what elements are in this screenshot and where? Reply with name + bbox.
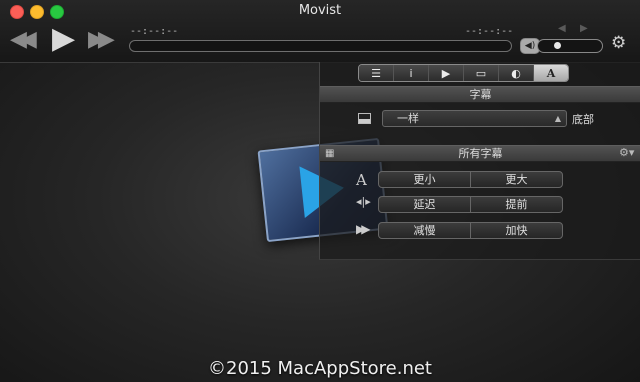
list-icon: ☰ — [371, 66, 381, 80]
position-label: 底部 — [572, 113, 594, 126]
subtitle-section-header: 字幕 — [320, 86, 640, 103]
sync-arrows-icon: ◂|▸ — [356, 195, 371, 208]
next-arrow-icon[interactable]: ▶ — [580, 23, 588, 34]
tab-info[interactable]: i — [394, 65, 429, 81]
advance-button[interactable]: 提前 — [470, 196, 563, 213]
chevron-updown-icon: ▲ — [554, 114, 561, 123]
seek-bar[interactable] — [129, 40, 512, 52]
play-icon: ▶ — [441, 66, 451, 80]
smaller-button[interactable]: 更小 — [378, 171, 471, 188]
info-icon: i — [409, 66, 413, 80]
subtitle-position-icon — [358, 113, 371, 124]
larger-button[interactable]: 更大 — [470, 171, 563, 188]
elapsed-time: --:--:-- — [130, 26, 179, 37]
fast-forward-icon[interactable]: ▶▶ — [88, 27, 115, 52]
all-subtitles-header: 所有字幕 — [320, 145, 640, 162]
audio-icon: ◐ — [511, 66, 521, 80]
slower-button[interactable]: 减慢 — [378, 222, 471, 239]
grid-icon[interactable]: ▦ — [325, 148, 334, 159]
tab-video[interactable]: ▭ — [464, 65, 499, 81]
subtitle-select-value: 一样 — [397, 112, 419, 125]
tab-audio[interactable]: ◐ — [499, 65, 534, 81]
text-icon: A — [546, 66, 556, 80]
remaining-time[interactable]: --:--:-- — [465, 26, 513, 37]
delay-button[interactable]: 延迟 — [378, 196, 471, 213]
window-title: Movist — [298, 3, 342, 18]
play-icon[interactable]: ▶ — [52, 21, 75, 56]
title-bar: Movist ◀◀ ▶ ▶▶ --:--:-- --:--:-- ◀ ▶ ◀) … — [0, 0, 640, 63]
volume-slider[interactable] — [537, 39, 603, 53]
volume-knob[interactable] — [553, 42, 561, 49]
gear-icon[interactable]: ⚙ — [611, 33, 626, 53]
subtitle-panel: ☰ i ▶ ▭ ◐ A 字幕 一样 ▲ 底部 所有字幕 ▦ ⚙▾ A ◂|▸ ▶… — [319, 62, 640, 260]
display-icon: ▭ — [475, 66, 487, 80]
movist-window: Movist ◀◀ ▶ ▶▶ --:--:-- --:--:-- ◀ ▶ ◀) … — [0, 0, 640, 382]
tab-playlist[interactable]: ☰ — [359, 65, 394, 81]
tab-playback[interactable]: ▶ — [429, 65, 464, 81]
font-size-icon: A — [356, 171, 367, 189]
watermark: ©2015 MacAppStore.net — [208, 358, 432, 379]
faster-button[interactable]: 加快 — [470, 222, 563, 239]
previous-arrow-icon[interactable]: ◀ — [558, 23, 566, 34]
tab-subtitles[interactable]: A — [534, 65, 568, 81]
gear-menu-icon[interactable]: ⚙▾ — [619, 146, 634, 159]
panel-tab-bar: ☰ i ▶ ▭ ◐ A — [358, 64, 569, 82]
rewind-icon[interactable]: ◀◀ — [10, 27, 37, 52]
speed-icon: ▶▶ — [356, 222, 371, 236]
subtitle-track-select[interactable]: 一样 ▲ — [382, 110, 567, 127]
